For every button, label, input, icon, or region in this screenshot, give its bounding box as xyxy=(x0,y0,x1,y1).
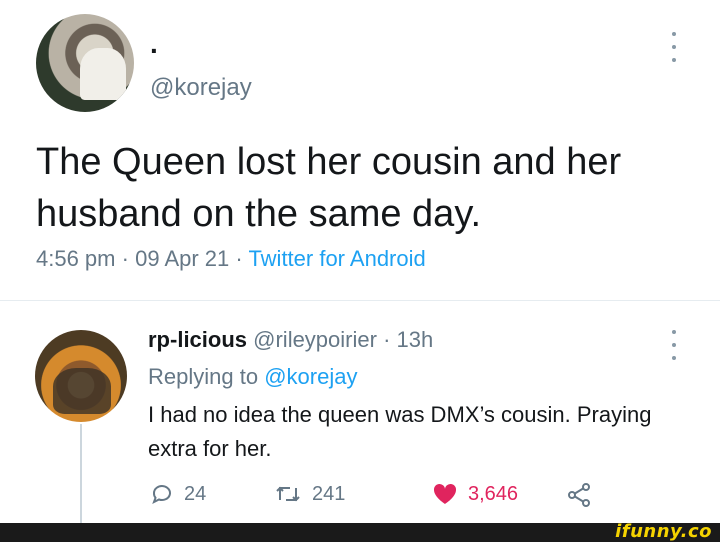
action-bar: 24 241 3,646 xyxy=(150,482,610,516)
reply-display-name[interactable]: rp-licious xyxy=(148,327,247,352)
share-icon xyxy=(568,483,590,507)
avatar[interactable] xyxy=(36,14,134,112)
user-handle[interactable]: @korejay xyxy=(150,74,252,102)
meta-separator: · xyxy=(235,246,243,271)
watermark-logo: ifunny.co xyxy=(615,521,712,542)
reply-age[interactable]: 13h xyxy=(397,327,434,352)
replying-label: Replying to xyxy=(148,364,259,389)
reply-avatar[interactable] xyxy=(35,330,127,422)
reply-icon xyxy=(152,485,171,505)
reply-button[interactable]: 24 xyxy=(150,482,206,506)
main-tweet[interactable]: . @korejay The Queen lost her cousin and… xyxy=(0,0,720,300)
replying-to: Replying to @korejay xyxy=(148,364,357,390)
retweet-button[interactable]: 241 xyxy=(274,482,345,506)
thread-line xyxy=(80,424,82,528)
like-button[interactable]: 3,646 xyxy=(432,482,518,506)
meta-separator: · xyxy=(121,246,129,271)
reply-text: I had no idea the queen was DMX’s cousin… xyxy=(148,402,652,461)
reply-header: rp-licious @rileypoirier · 13h xyxy=(148,326,433,354)
replying-mention[interactable]: @korejay xyxy=(264,364,357,389)
retweet-icon xyxy=(276,486,300,502)
tweet-source-link[interactable]: Twitter for Android xyxy=(248,246,425,271)
tweet-meta: 4:56 pm · 09 Apr 21 · Twitter for Androi… xyxy=(36,246,426,272)
tweet-text: The Queen lost her cousin and her husban… xyxy=(36,141,622,235)
footer-bar xyxy=(0,523,720,542)
divider xyxy=(0,300,720,301)
display-name[interactable]: . xyxy=(150,30,158,58)
like-count: 3,646 xyxy=(468,482,519,505)
heart-icon xyxy=(433,483,457,504)
tweet-time[interactable]: 4:56 pm xyxy=(36,246,116,271)
tweet-date[interactable]: 09 Apr 21 xyxy=(135,246,229,271)
share-button[interactable] xyxy=(566,482,592,508)
meta-separator: · xyxy=(383,327,391,352)
more-icon[interactable] xyxy=(668,32,680,62)
retweet-count: 241 xyxy=(312,482,346,505)
more-icon[interactable] xyxy=(668,330,680,360)
reply-handle[interactable]: @rileypoirier xyxy=(253,327,377,352)
reply-count: 24 xyxy=(184,482,207,505)
